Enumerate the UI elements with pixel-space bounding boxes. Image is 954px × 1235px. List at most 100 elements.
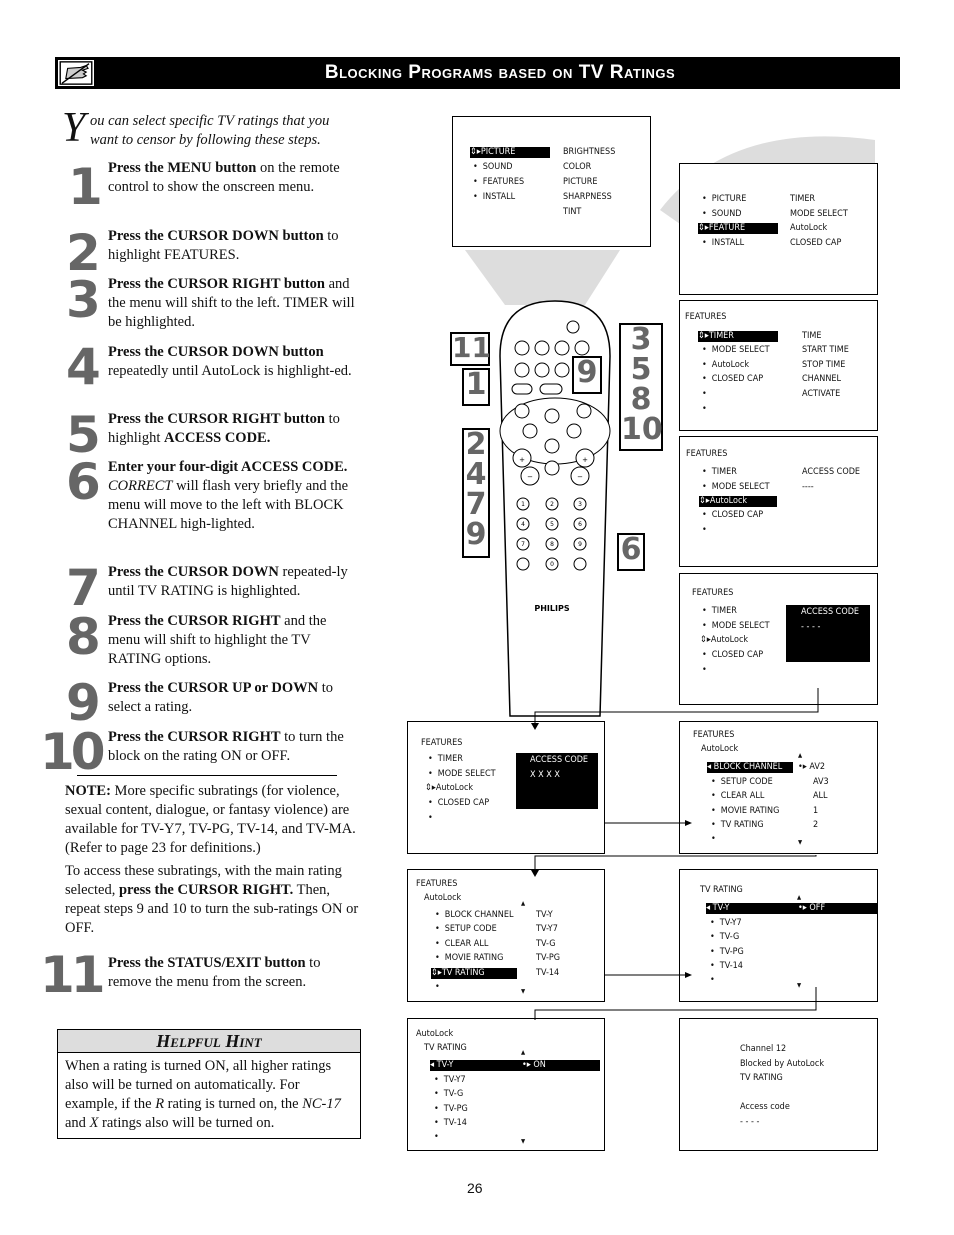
submenu-item: BRIGHTNESS — [563, 147, 616, 157]
menu-item: CLOSED CAP — [702, 650, 763, 661]
access-code-value: ---- — [802, 482, 814, 492]
step-number: 3 — [66, 271, 101, 329]
menu-item: INSTALL — [702, 238, 744, 249]
menu-item-selected: ⇕▸FEATURE — [698, 223, 778, 234]
menu-item: SOUND — [702, 209, 742, 220]
menu-item-selected: ⇕▸AutoLock — [699, 496, 777, 507]
callout-step-6: 6 — [617, 533, 645, 571]
step-text: Press the CURSOR DOWN repeated-ly until … — [108, 563, 360, 601]
callout-digit: 4 — [465, 457, 487, 492]
menu-item-empty — [702, 665, 712, 676]
remote-digit-button: 5 — [550, 521, 554, 528]
submenu-item: TIME — [802, 331, 822, 341]
note-label: NOTE: — [65, 783, 111, 799]
hint-italic: R — [155, 1096, 165, 1112]
access-code-box: ACCESS CODE - - - - — [786, 605, 870, 662]
hint-text: rating is turned on, the — [164, 1096, 303, 1112]
menu-item: AutoLock — [702, 360, 749, 371]
rating-value: •▸ ON — [522, 1060, 546, 1070]
screen-title: FEATURES — [685, 312, 727, 322]
note-paragraph-2: To access these subratings, with the mai… — [65, 862, 361, 938]
menu-item-empty — [702, 404, 712, 415]
callout-steps-2-4-7-9: 2479 — [462, 428, 490, 558]
step-number: 9 — [66, 674, 101, 732]
access-code-value: - - - - — [801, 622, 821, 632]
menu-item-empty — [702, 389, 712, 400]
hint-title: Helpful Hint — [58, 1030, 360, 1053]
step-bold: Press the CURSOR RIGHT button — [108, 411, 325, 427]
menu-item-empty — [434, 1132, 444, 1143]
submenu-item: MODE SELECT — [790, 209, 848, 219]
step-number: 1 — [68, 158, 103, 216]
step-bold: Press the STATUS/EXIT button — [108, 955, 306, 971]
blocked-message: Blocked by AutoLock — [740, 1059, 825, 1069]
submenu-item: CHANNEL — [802, 374, 842, 384]
submenu-item: TINT — [563, 207, 582, 217]
menu-item: TIMER — [702, 467, 737, 478]
blocked-message: Channel 12 — [740, 1044, 787, 1054]
menu-screen-tv-rating-on: AutoLock TV RATING ▲ ◂ TV-Y•▸ ON TV-Y7 T… — [407, 1018, 605, 1151]
menu-item-selected: ◂ TV-Y •▸ ON — [430, 1060, 600, 1071]
remote-digit-button: 7 — [521, 541, 525, 548]
step-bold: Press the CURSOR UP or DOWN — [108, 680, 319, 696]
callout-step-11: 11 — [450, 331, 491, 366]
page-title: Blocking Programs based on TV Ratings — [324, 62, 676, 83]
callout-digit: 3 — [630, 322, 652, 357]
step-number: 6 — [66, 453, 101, 511]
remote-digit-button: 9 — [578, 541, 582, 548]
menu-screen-timer: FEATURES ⇕▸TIMER MODE SELECT AutoLock CL… — [679, 300, 878, 431]
callout-digit: 8 — [630, 382, 652, 417]
menu-screen-features: PICTURE SOUND ⇕▸FEATURE INSTALL TIMER MO… — [679, 163, 878, 295]
remote-digit-button: 3 — [578, 501, 582, 508]
hint-text: ratings also will be turned on. — [98, 1115, 275, 1131]
menu-item-empty — [702, 525, 712, 536]
callout-steps-3-5-8-10: 3 5 8 10 — [619, 323, 663, 451]
step-number: 7 — [66, 559, 101, 617]
callout-digit: 9 — [465, 517, 487, 552]
svg-text:+: + — [582, 456, 588, 464]
menu-item: INSTALL — [473, 192, 515, 203]
step-text: Press the MENU button on the remote cont… — [108, 159, 360, 197]
submenu-item: START TIME — [802, 345, 849, 355]
menu-item-selected: ⇕▸TIMER — [698, 331, 778, 342]
step-text: Press the STATUS/EXIT button to remove t… — [108, 954, 360, 992]
menu-item: CLOSED CAP — [702, 374, 763, 385]
hint-body: When a rating is turned ON, all higher r… — [58, 1053, 360, 1137]
note-text: NOTE: More specific subratings (for viol… — [65, 782, 361, 858]
step-number: 4 — [66, 338, 101, 396]
svg-text:−: − — [577, 473, 583, 481]
menu-item-selected: ⇕▸AutoLock — [700, 635, 749, 645]
step-bold: Enter your four-digit ACCESS CODE. — [108, 459, 348, 475]
submenu-item: PICTURE — [563, 177, 598, 187]
step-bold: Press the CURSOR DOWN button — [108, 344, 324, 360]
menu-item: CLOSED CAP — [702, 510, 763, 521]
access-code-label: ACCESS CODE — [801, 607, 860, 617]
step-bold-2: ACCESS CODE. — [164, 430, 271, 446]
menu-item: TV-G — [434, 1089, 463, 1100]
menu-screen-main: ⇕▸PICTURE SOUND FEATURES INSTALL BRIGHTN… — [452, 116, 651, 247]
menu-item: TV-PG — [434, 1104, 468, 1115]
submenu-item: STOP TIME — [802, 360, 846, 370]
callout-digit: 5 — [630, 352, 652, 387]
step-text: Enter your four-digit ACCESS CODE. CORRE… — [108, 458, 360, 534]
scroll-down-icon: ▼ — [521, 1138, 526, 1145]
menu-screen-autolock: FEATURES TIMER MODE SELECT ⇕▸AutoLock CL… — [679, 436, 878, 567]
remote-digit-button: 8 — [550, 541, 554, 548]
screen-title: FEATURES — [686, 449, 728, 459]
callout-digit: 10 — [621, 412, 663, 447]
hint-italic: NC-17 — [302, 1096, 341, 1112]
flow-arrows — [531, 688, 819, 1020]
callout-digit: 7 — [465, 487, 487, 522]
hint-text: and — [65, 1115, 90, 1131]
menu-item: TV-14 — [434, 1118, 467, 1129]
divider — [77, 775, 337, 776]
step-bold: Press the CURSOR RIGHT — [108, 729, 281, 745]
svg-text:−: − — [527, 473, 533, 481]
step-number: 11 — [40, 946, 106, 1004]
menu-item: MODE SELECT — [702, 482, 770, 493]
submenu-item: TIMER — [790, 194, 816, 204]
scroll-up-icon: ▲ — [521, 1049, 526, 1056]
callout-digit: 2 — [465, 427, 487, 462]
step-bold: Press the CURSOR DOWN button — [108, 228, 324, 244]
menu-item: MODE SELECT — [702, 345, 770, 356]
